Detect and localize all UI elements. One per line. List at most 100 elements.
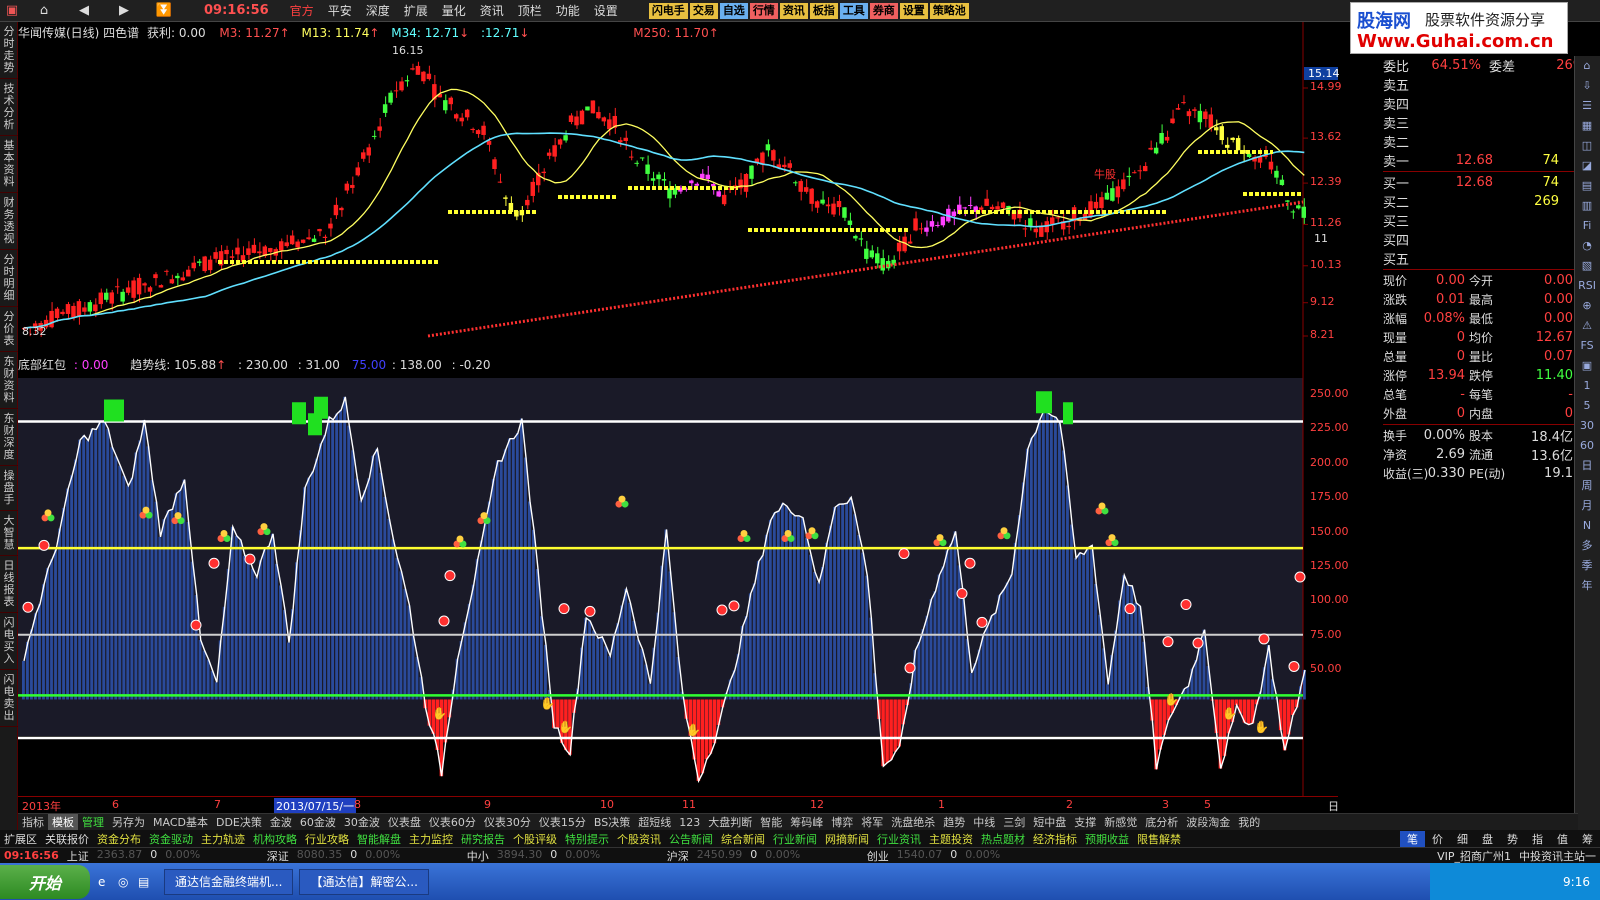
- quote-tab[interactable]: 筹: [1575, 831, 1600, 847]
- menu-item[interactable]: 平安: [321, 2, 359, 19]
- indicator-tab[interactable]: 管理: [78, 814, 108, 830]
- side-tool-icon[interactable]: ◔: [1575, 236, 1599, 256]
- info-tab[interactable]: 资金驱动: [145, 831, 197, 847]
- info-tab[interactable]: 个股资讯: [613, 831, 665, 847]
- info-tab[interactable]: 特别提示: [561, 831, 613, 847]
- side-tool-icon[interactable]: 多: [1575, 536, 1599, 556]
- quote-tab[interactable]: 价: [1425, 831, 1450, 847]
- left-tab[interactable]: 日线报表: [0, 556, 18, 613]
- side-tool-icon[interactable]: 30: [1575, 416, 1599, 436]
- indicator-tab[interactable]: 仪表60分: [425, 814, 480, 830]
- left-tab[interactable]: 东财资料: [0, 352, 18, 409]
- chevron-down-icon[interactable]: ⏬: [144, 1, 184, 21]
- quote-tab[interactable]: 笔: [1400, 830, 1425, 847]
- side-tool-icon[interactable]: Fi: [1575, 216, 1599, 236]
- menu-item[interactable]: 深度: [359, 2, 397, 19]
- indicator-tab[interactable]: 支撑: [1070, 814, 1100, 830]
- indicator-tab[interactable]: 洗盘绝杀: [887, 814, 939, 830]
- left-tab[interactable]: 分价表: [0, 307, 18, 352]
- browser-icon[interactable]: ◎: [118, 875, 138, 889]
- menu-item[interactable]: 量化: [435, 2, 473, 19]
- indicator-tab[interactable]: 仪表15分: [535, 814, 590, 830]
- info-tab[interactable]: 公告新闻: [665, 831, 717, 847]
- left-tab[interactable]: 基本资料: [0, 136, 18, 193]
- indicator-tab[interactable]: MACD基本: [149, 814, 212, 830]
- indicator-tab[interactable]: 60金波: [296, 814, 340, 830]
- info-tab[interactable]: 主题投资: [925, 831, 977, 847]
- left-tab[interactable]: 大智慧: [0, 511, 18, 556]
- menu-item[interactable]: 顶栏: [511, 2, 549, 19]
- info-tab[interactable]: 主力监控: [405, 831, 457, 847]
- toolbar-button[interactable]: 闪电手: [648, 2, 688, 19]
- info-tab[interactable]: 智能解盘: [353, 831, 405, 847]
- menu-item[interactable]: 官方: [283, 2, 321, 19]
- toolbar-button[interactable]: 行情: [749, 2, 778, 19]
- side-tool-icon[interactable]: ◪: [1575, 156, 1599, 176]
- toolbar-button[interactable]: 板指: [809, 2, 838, 19]
- toolbar-button[interactable]: 策略池: [929, 2, 969, 19]
- indicator-tab[interactable]: 模板: [48, 814, 78, 830]
- info-tab[interactable]: 机构攻略: [249, 831, 301, 847]
- indicator-tab[interactable]: 筹码峰: [786, 814, 827, 830]
- index-item[interactable]: 中小 3894.30 0 0.00%: [463, 848, 663, 863]
- indicator-tab[interactable]: 中线: [969, 814, 999, 830]
- indicator-tab[interactable]: 123: [675, 816, 704, 829]
- left-tab[interactable]: 闪电买入: [0, 613, 18, 670]
- taskbar-task[interactable]: 通达信金融终端机...: [164, 868, 294, 895]
- info-tab[interactable]: 行业攻略: [301, 831, 353, 847]
- side-tool-icon[interactable]: 5: [1575, 396, 1599, 416]
- left-tab[interactable]: 财务透视: [0, 193, 18, 250]
- info-tab[interactable]: 网摘新闻: [821, 831, 873, 847]
- side-tool-icon[interactable]: ⊕: [1575, 296, 1599, 316]
- side-tool-icon[interactable]: 周: [1575, 476, 1599, 496]
- indicator-tab[interactable]: 波段淘金: [1182, 814, 1234, 830]
- side-tool-icon[interactable]: ⌂: [1575, 56, 1599, 76]
- quote-tab[interactable]: 势: [1500, 831, 1525, 847]
- index-item[interactable]: 沪深 2450.99 0 0.00%: [663, 848, 863, 863]
- side-tool-icon[interactable]: ▦: [1575, 116, 1599, 136]
- side-tool-icon[interactable]: FS: [1575, 336, 1599, 356]
- index-item[interactable]: 深证 8080.35 0 0.00%: [263, 848, 463, 863]
- indicator-tab[interactable]: 三剑: [999, 814, 1029, 830]
- toolbar-button[interactable]: 交易: [689, 2, 718, 19]
- info-tab[interactable]: 资金分布: [93, 831, 145, 847]
- info-tab[interactable]: 预期收益: [1081, 831, 1133, 847]
- home-icon[interactable]: ⌂: [24, 1, 64, 21]
- menu-item[interactable]: 扩展: [397, 2, 435, 19]
- indicator-tab[interactable]: 博弈: [827, 814, 857, 830]
- forward-icon[interactable]: ▶: [104, 1, 144, 21]
- side-tool-icon[interactable]: ▥: [1575, 196, 1599, 216]
- side-tool-icon[interactable]: 年: [1575, 576, 1599, 596]
- desktop-icon[interactable]: ▤: [138, 875, 158, 889]
- info-tab[interactable]: 个股评级: [509, 831, 561, 847]
- side-tool-icon[interactable]: RSI: [1575, 276, 1599, 296]
- indicator-tab[interactable]: 指标: [18, 814, 48, 830]
- side-tool-icon[interactable]: ▤: [1575, 176, 1599, 196]
- toolbar-button[interactable]: 资讯: [779, 2, 808, 19]
- info-tab[interactable]: 主力轨迹: [197, 831, 249, 847]
- side-tool-icon[interactable]: 60: [1575, 436, 1599, 456]
- back-icon[interactable]: ◀: [64, 1, 104, 21]
- index-item[interactable]: 上证 2363.87 0 0.00%: [63, 848, 263, 863]
- toolbar-button[interactable]: 自选: [719, 2, 748, 19]
- indicator-tab[interactable]: 金波: [266, 814, 296, 830]
- start-button[interactable]: 开始: [0, 864, 90, 899]
- indicator-tab[interactable]: 30金波: [340, 814, 384, 830]
- indicator-tab[interactable]: 超短线: [634, 814, 675, 830]
- side-tool-icon[interactable]: 1: [1575, 376, 1599, 396]
- indicator-tab[interactable]: 新感觉: [1100, 814, 1141, 830]
- info-tab[interactable]: 行业新闻: [769, 831, 821, 847]
- indicator-tab[interactable]: 大盘判断: [704, 814, 756, 830]
- taskbar-task[interactable]: 【通达信】解密公...: [299, 868, 429, 895]
- toolbar-button[interactable]: 券商: [869, 2, 898, 19]
- indicator-tab[interactable]: 将军: [857, 814, 887, 830]
- left-tab[interactable]: 技术分析: [0, 79, 18, 136]
- indicator-tab[interactable]: 我的: [1234, 814, 1264, 830]
- indicator-chart[interactable]: ✋✋✋ ✋✋✋✋: [18, 378, 1338, 796]
- candlestick-chart[interactable]: [18, 22, 1338, 378]
- quote-tab[interactable]: 盘: [1475, 831, 1500, 847]
- side-tool-icon[interactable]: ▣: [1575, 356, 1599, 376]
- side-tool-icon[interactable]: ◫: [1575, 136, 1599, 156]
- info-tab[interactable]: 经济指标: [1029, 831, 1081, 847]
- menu-item[interactable]: 功能: [549, 2, 587, 19]
